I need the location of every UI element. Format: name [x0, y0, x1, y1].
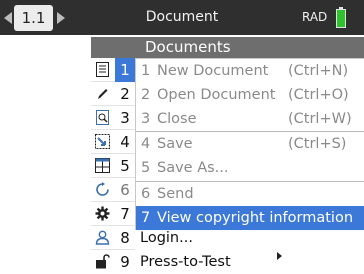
top-bar: 1.1 Document RAD	[0, 0, 364, 35]
menu-item-shortcut: (Ctrl+O)	[288, 87, 349, 103]
save-icon	[95, 134, 110, 149]
angle-mode-indicator: RAD	[302, 10, 328, 24]
send-icon	[96, 182, 109, 196]
menu-item-save-as[interactable]: 5 Save As...	[136, 156, 364, 180]
menu-item-number: 5	[141, 160, 151, 176]
menu-item-save[interactable]: 4 Save (Ctrl+S)	[136, 132, 364, 156]
menu-item-press-to-test[interactable]: Press-to-Test	[140, 250, 231, 274]
menu-item-label: Close	[157, 111, 197, 127]
menu-item-label: Save	[157, 136, 193, 152]
category-row-7[interactable]: 7	[91, 202, 135, 226]
documents-submenu-lower: 6 Send 7 View copyright information	[135, 181, 364, 230]
category-row-3[interactable]: 3	[91, 106, 135, 130]
user-icon	[95, 230, 110, 245]
pencil-icon	[98, 89, 108, 99]
menu-item-label: Save As...	[157, 160, 229, 176]
menu-item-shortcut: (Ctrl+W)	[288, 111, 352, 127]
category-number: 2	[120, 85, 130, 103]
menu-item-login[interactable]: Login...	[140, 226, 193, 250]
category-number: 5	[120, 157, 130, 175]
category-row-2[interactable]: 2	[91, 82, 135, 106]
lock-icon	[96, 254, 110, 269]
layout-icon	[95, 158, 110, 173]
menu-item-new-document[interactable]: 1 New Document (Ctrl+N)	[136, 59, 364, 83]
category-number: 4	[120, 133, 130, 151]
category-row-6[interactable]: 6	[91, 178, 135, 202]
category-number: 3	[120, 109, 130, 127]
category-number: 1	[115, 58, 135, 82]
menu-category-column: 1 2 3 4 5 6 7 8 9	[91, 58, 135, 274]
category-number: 6	[120, 181, 130, 199]
battery-icon	[336, 9, 346, 28]
menu-item-number: 3	[141, 111, 151, 127]
category-row-1[interactable]: 1	[91, 58, 135, 82]
category-number: 8	[120, 229, 130, 247]
menu-item-number: 2	[141, 87, 151, 103]
menu-item-label: Open Document	[157, 87, 276, 103]
category-number: 9	[120, 253, 130, 271]
menu-item-open-document[interactable]: 2 Open Document (Ctrl+O)	[136, 83, 364, 107]
menu-item-number: 1	[141, 63, 151, 79]
menu-item-number: 6	[141, 186, 151, 202]
menu-item-label: Send	[157, 186, 194, 202]
menu-item-close[interactable]: 3 Close (Ctrl+W)	[136, 107, 364, 131]
menu-header: Documents	[91, 37, 364, 58]
category-row-8[interactable]: 8	[91, 226, 135, 250]
menu-item-shortcut: (Ctrl+S)	[288, 136, 347, 152]
category-number: 7	[120, 205, 130, 223]
menu-item-number: 4	[141, 136, 151, 152]
menu-item-label: New Document	[157, 63, 269, 79]
category-row-4[interactable]: 4	[91, 130, 135, 154]
category-row-9[interactable]: 9	[91, 250, 135, 274]
gear-icon	[95, 206, 110, 221]
submenu-arrow-icon	[277, 252, 282, 260]
menu-item-send[interactable]: 6 Send	[136, 182, 364, 206]
new-document-icon	[96, 62, 109, 77]
category-row-5[interactable]: 5	[91, 154, 135, 178]
zoom-page-icon	[96, 110, 109, 125]
menu-item-shortcut: (Ctrl+N)	[288, 63, 349, 79]
documents-submenu: 1 New Document (Ctrl+N) 2 Open Document …	[135, 58, 364, 184]
